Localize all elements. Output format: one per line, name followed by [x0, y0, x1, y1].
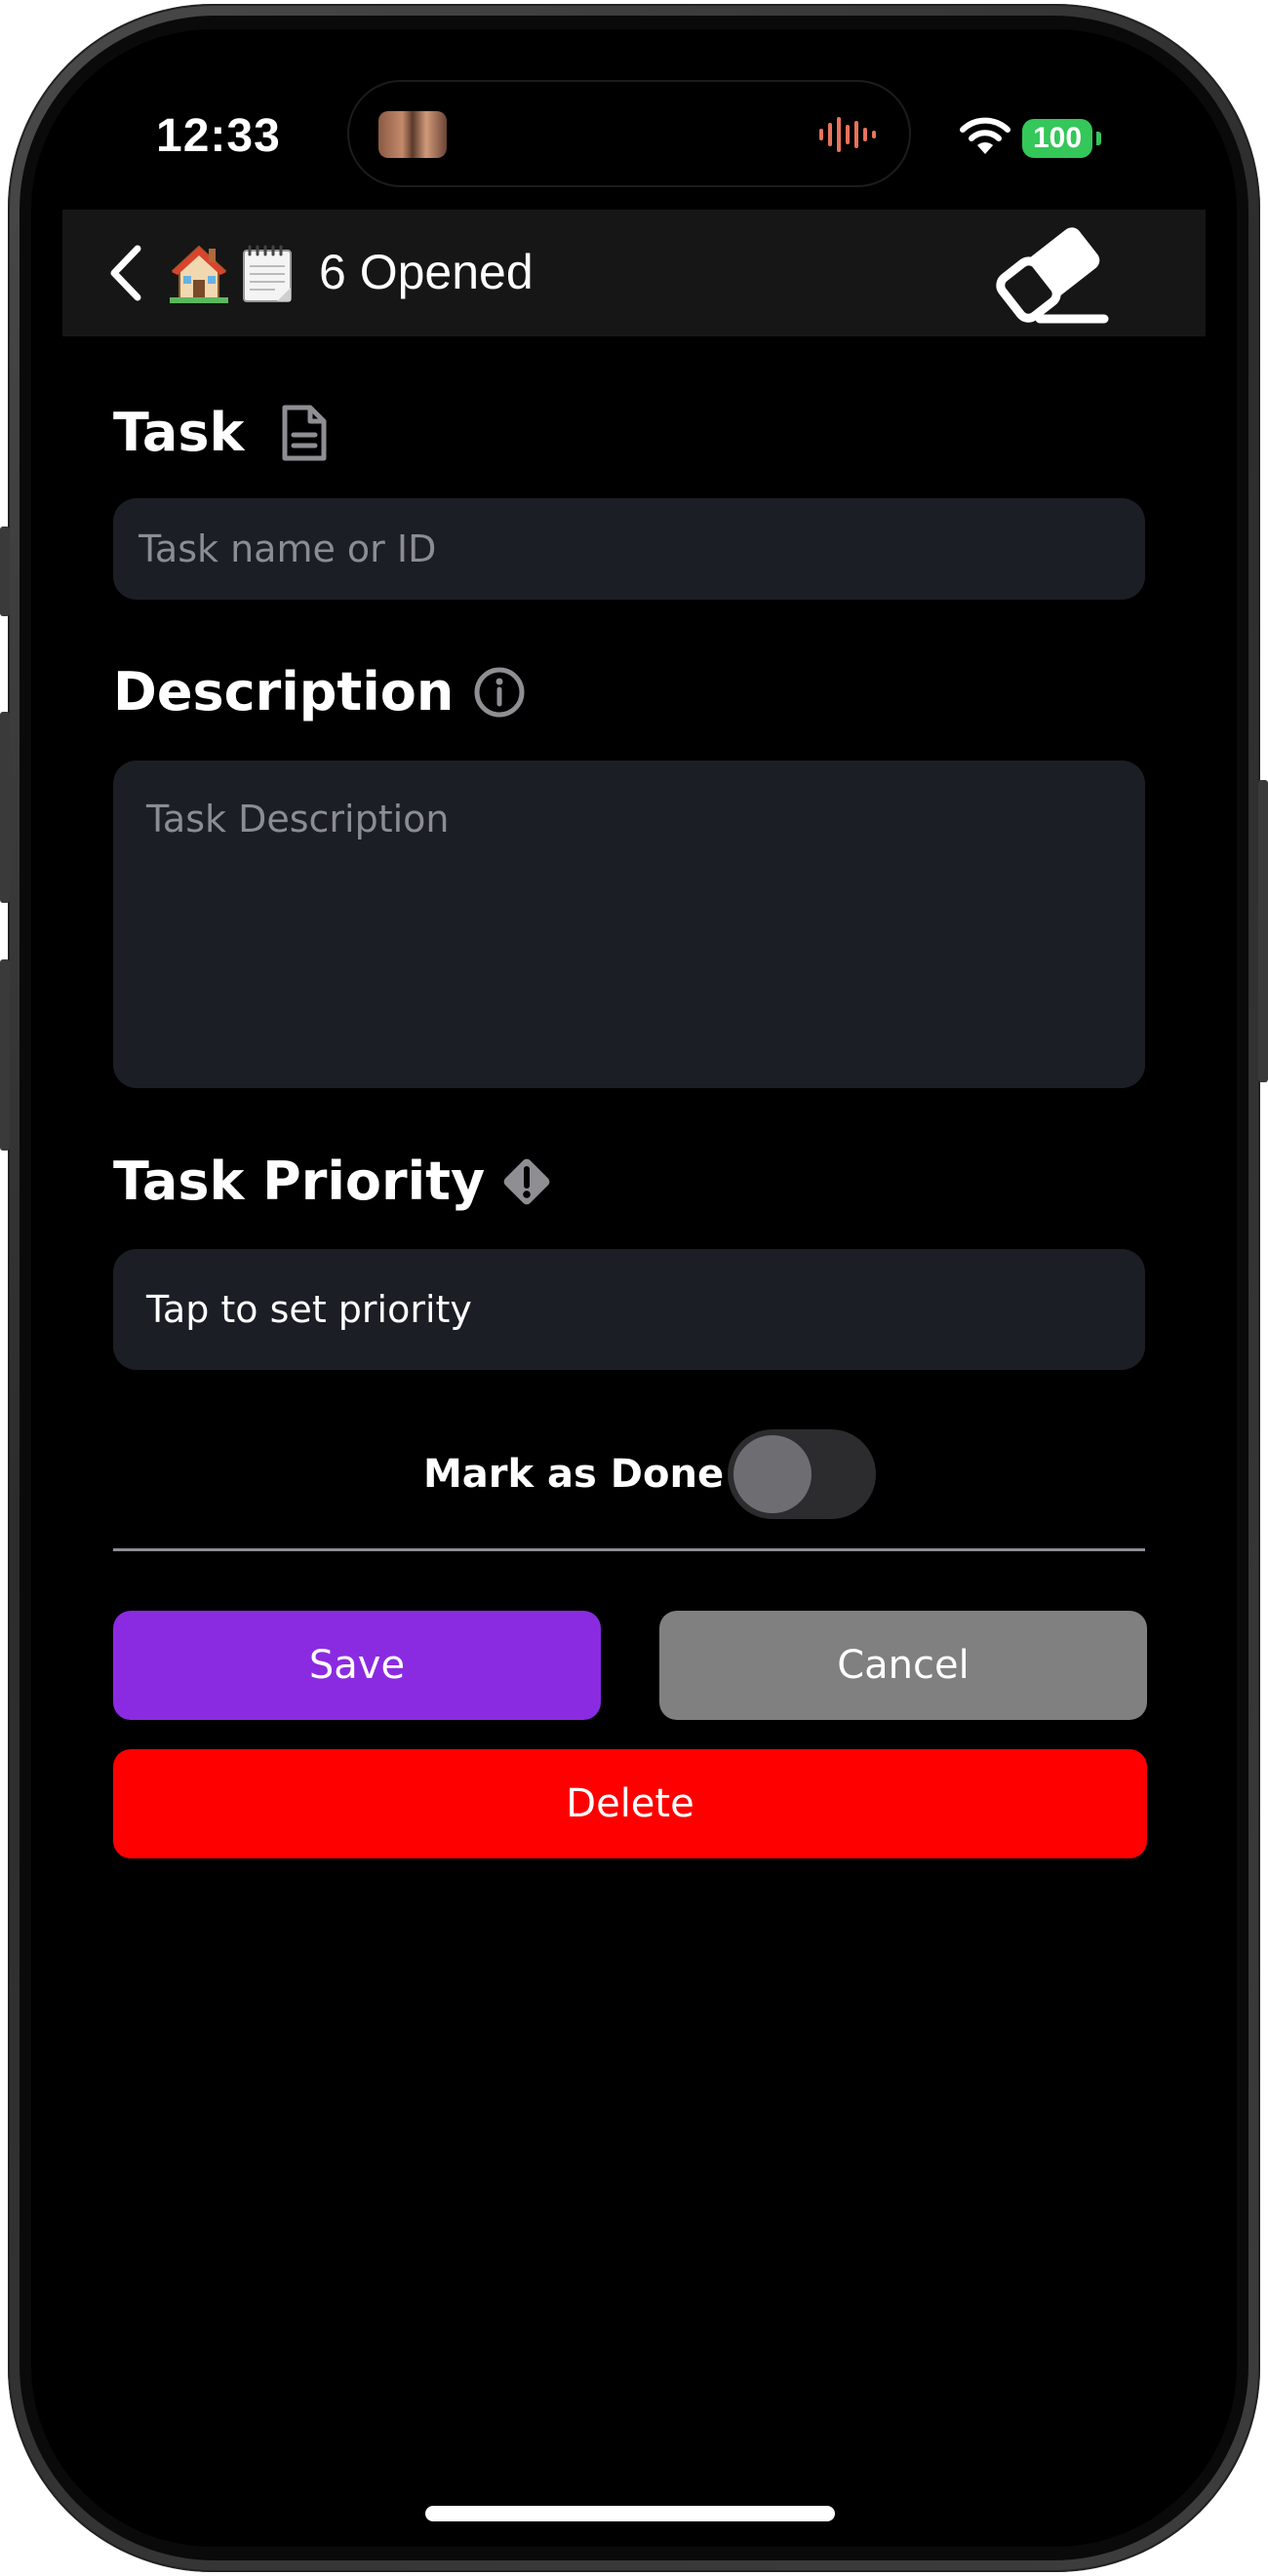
house-emoji-icon	[170, 245, 228, 303]
priority-field[interactable]: Tap to set priority	[113, 1249, 1145, 1370]
cancel-button[interactable]: Cancel	[659, 1611, 1147, 1720]
info-circle-icon	[474, 667, 525, 718]
description-field[interactable]	[113, 761, 1145, 1088]
priority-value: Tap to set priority	[146, 1288, 472, 1331]
action-button	[0, 527, 10, 616]
battery-tip	[1096, 132, 1101, 145]
status-time: 12:33	[156, 110, 281, 162]
save-button[interactable]: Save	[113, 1611, 601, 1720]
description-label: Description	[113, 661, 455, 722]
delete-button[interactable]: Delete	[113, 1749, 1147, 1858]
now-playing-thumbnail	[378, 111, 447, 158]
task-input[interactable]	[113, 498, 1145, 600]
chevron-left-icon[interactable]	[106, 243, 145, 303]
wifi-icon	[960, 117, 1010, 154]
mark-done-toggle[interactable]	[728, 1429, 876, 1519]
nav-title: 6 Opened	[319, 245, 534, 299]
volume-up-button	[0, 712, 10, 903]
diamond-exclamation-icon	[503, 1158, 550, 1205]
task-label: Task	[113, 402, 245, 463]
dynamic-island[interactable]	[347, 80, 911, 187]
volume-down-button	[0, 959, 10, 1151]
task-field[interactable]	[113, 498, 1145, 600]
audio-waveform-icon	[819, 117, 876, 152]
battery-level: 100	[1022, 119, 1092, 158]
device-stage: 12:33 100 6 Opened Task Task name or ID …	[0, 0, 1268, 2576]
power-button	[1258, 780, 1268, 1082]
home-indicator[interactable]	[425, 2506, 835, 2521]
screen: 12:33 100 6 Opened Task Task name or ID …	[31, 29, 1237, 2547]
mark-done-label: Mark as Done	[423, 1452, 725, 1497]
document-icon	[282, 405, 327, 461]
mark-done-row: Mark as Done	[113, 1425, 1145, 1523]
battery-indicator: 100	[1022, 119, 1102, 160]
description-input[interactable]	[113, 761, 1145, 1088]
eraser-icon[interactable]	[989, 219, 1112, 331]
notepad-emoji-icon	[243, 245, 292, 302]
priority-label: Task Priority	[113, 1151, 486, 1212]
toggle-knob	[733, 1435, 812, 1513]
navigation-bar: 6 Opened	[62, 210, 1206, 336]
divider	[113, 1548, 1145, 1551]
